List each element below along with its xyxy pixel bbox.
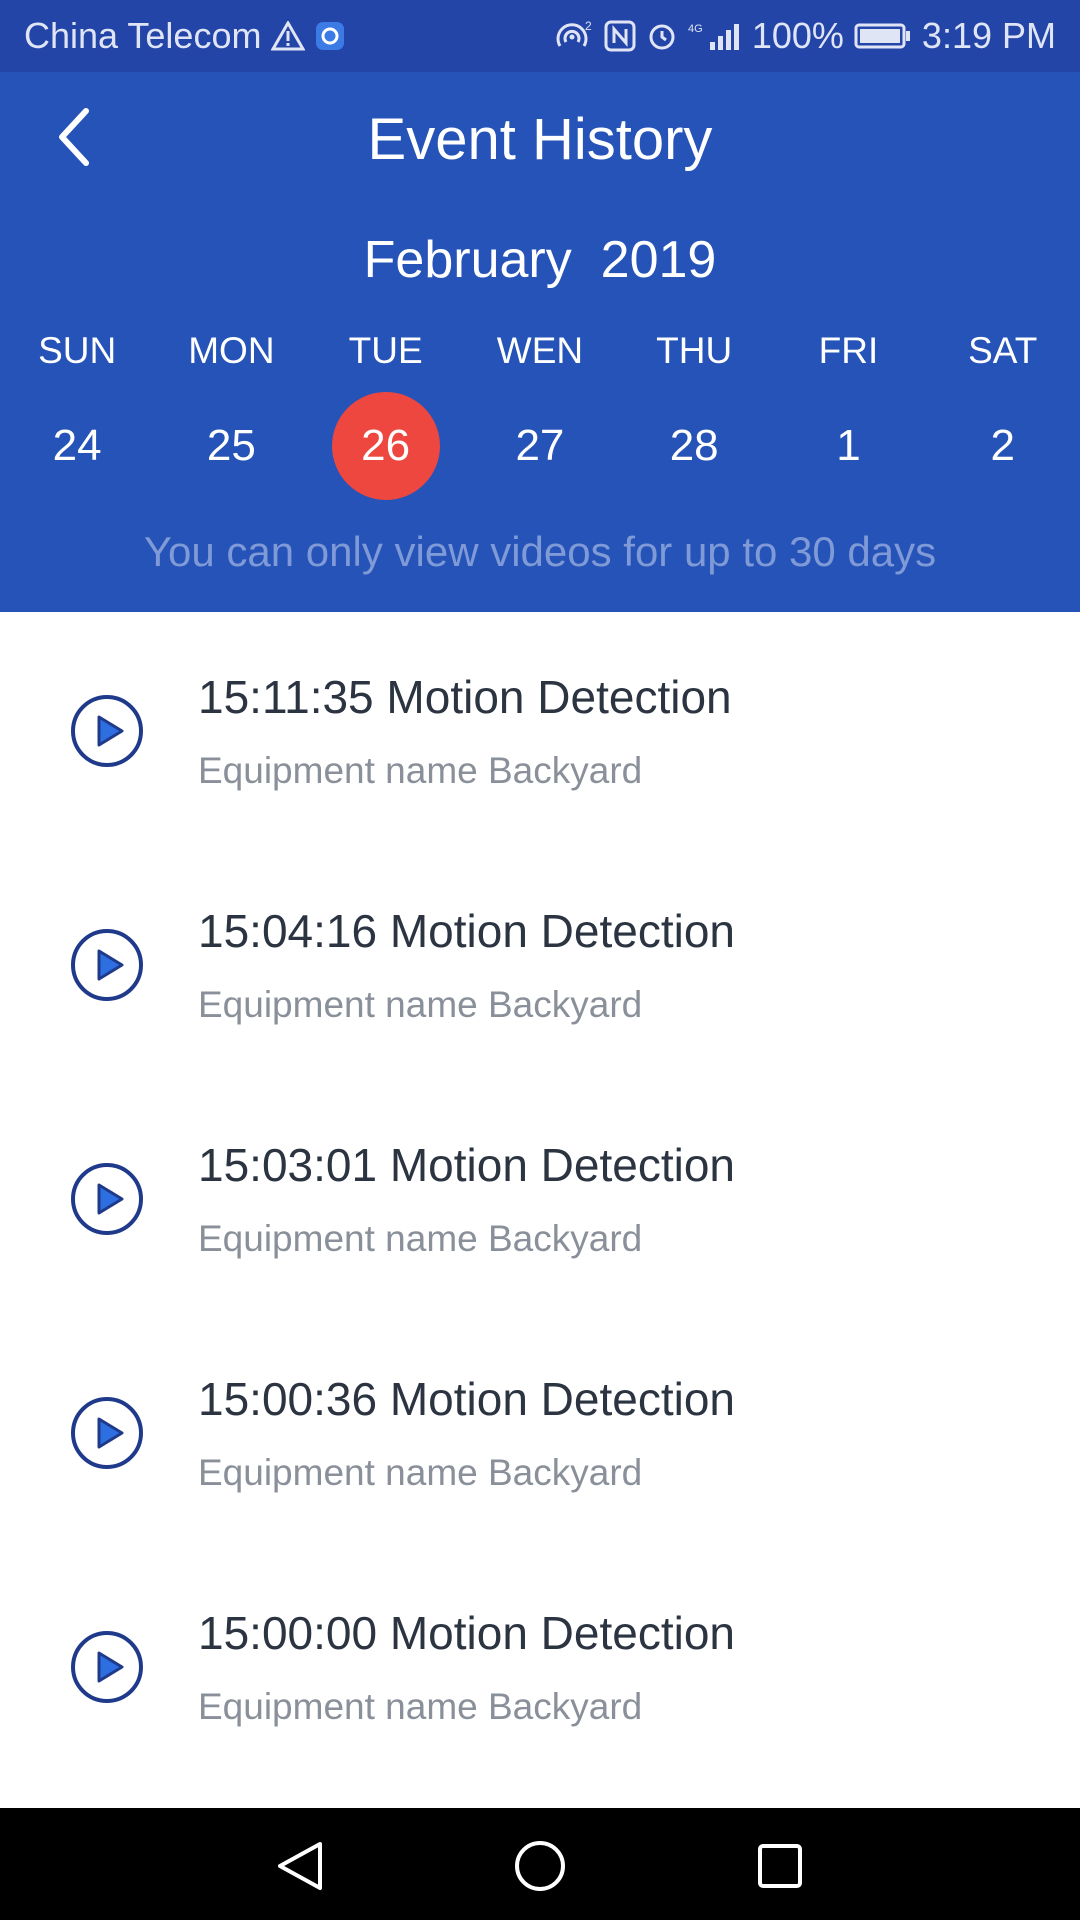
date-cell[interactable]: 1 [771, 392, 925, 500]
hotspot-icon: 2 [554, 20, 594, 52]
selected-date: 26 [331, 392, 440, 500]
date-cell[interactable]: 25 [154, 392, 308, 500]
date-number: 27 [515, 421, 565, 470]
status-left: China Telecom [24, 15, 345, 57]
event-item[interactable]: 15:00:00 Motion Detection Equipment name… [0, 1548, 1080, 1782]
event-subtitle: Equipment name Backyard [198, 1218, 643, 1259]
event-subtitle: Equipment name Backyard [198, 1686, 643, 1727]
date-cell[interactable]: 27 [463, 392, 617, 500]
svg-text:2: 2 [585, 20, 592, 33]
header: Event History February 2019 SUN MON TUE … [0, 72, 1080, 612]
weekday-label: TUE [348, 330, 423, 371]
date-number: 1 [836, 421, 861, 470]
navigation-bar [0, 1808, 1080, 1920]
warning-icon [271, 21, 306, 51]
page-title: Event History [367, 107, 713, 172]
battery-icon [854, 22, 912, 50]
event-title: 15:00:36 Motion Detection [198, 1373, 736, 1425]
event-subtitle: Equipment name Backyard [198, 1452, 643, 1493]
triangle-back-icon[interactable] [272, 1838, 328, 1894]
network-type-label: 4G [688, 23, 703, 35]
date-cell[interactable]: 24 [0, 392, 154, 500]
date-number: 24 [52, 421, 102, 470]
weekday-label: SUN [38, 330, 117, 371]
weekday-label: MON [188, 330, 275, 371]
status-right: 2 4G 100% 3:19 PM [554, 15, 1056, 57]
event-item[interactable]: 15:00:36 Motion Detection Equipment name… [0, 1314, 1080, 1548]
status-bar: China Telecom 2 4G 100% 3:19 PM [0, 0, 1080, 72]
date-cell[interactable]: 28 [617, 392, 771, 500]
date-number: 28 [669, 421, 719, 470]
event-title: 15:03:01 Motion Detection [198, 1139, 736, 1191]
play-circle-icon[interactable] [70, 928, 144, 1002]
clock: 3:19 PM [921, 15, 1056, 56]
app-notification-icon [315, 21, 345, 51]
retention-notice: You can only view videos for up to 30 da… [143, 528, 937, 575]
event-item[interactable]: 15:04:16 Motion Detection Equipment name… [0, 846, 1080, 1080]
play-circle-icon[interactable] [70, 1162, 144, 1236]
weekday-label: THU [656, 330, 733, 371]
play-circle-icon[interactable] [70, 1630, 144, 1704]
event-list: 15:11:35 Motion Detection Equipment name… [0, 612, 1080, 1782]
play-circle-icon[interactable] [70, 1396, 144, 1470]
weekday-label: FRI [818, 330, 879, 371]
weekday-label: SAT [968, 330, 1038, 371]
signal-icon: 4G [688, 20, 742, 52]
square-recent-icon[interactable] [752, 1838, 808, 1894]
date-number: 2 [990, 421, 1015, 470]
date-number: 25 [206, 421, 256, 470]
event-title: 15:04:16 Motion Detection [198, 905, 736, 957]
event-title: 15:11:35 Motion Detection [198, 671, 732, 723]
date-row: 24 25 26 27 28 1 2 [0, 392, 1080, 500]
date-cell-selected[interactable]: 26 [309, 392, 463, 500]
nfc-icon [604, 20, 636, 52]
date-cell[interactable]: 2 [926, 392, 1080, 500]
circle-home-icon[interactable] [512, 1838, 568, 1894]
event-title: 15:00:00 Motion Detection [198, 1607, 736, 1659]
event-item[interactable]: 15:11:35 Motion Detection Equipment name… [0, 612, 1080, 846]
month-label: February 2019 [363, 231, 717, 289]
battery-percent: 100% [751, 15, 844, 56]
event-subtitle: Equipment name Backyard [198, 750, 643, 791]
event-item[interactable]: 15:03:01 Motion Detection Equipment name… [0, 1080, 1080, 1314]
alarm-icon [646, 20, 678, 52]
weekday-row: SUN MON TUE WEN THU FRI SAT [0, 330, 1080, 372]
weekday-label: WEN [496, 330, 584, 371]
event-subtitle: Equipment name Backyard [198, 984, 643, 1025]
carrier-label: China Telecom [24, 15, 262, 56]
play-circle-icon[interactable] [70, 694, 144, 768]
